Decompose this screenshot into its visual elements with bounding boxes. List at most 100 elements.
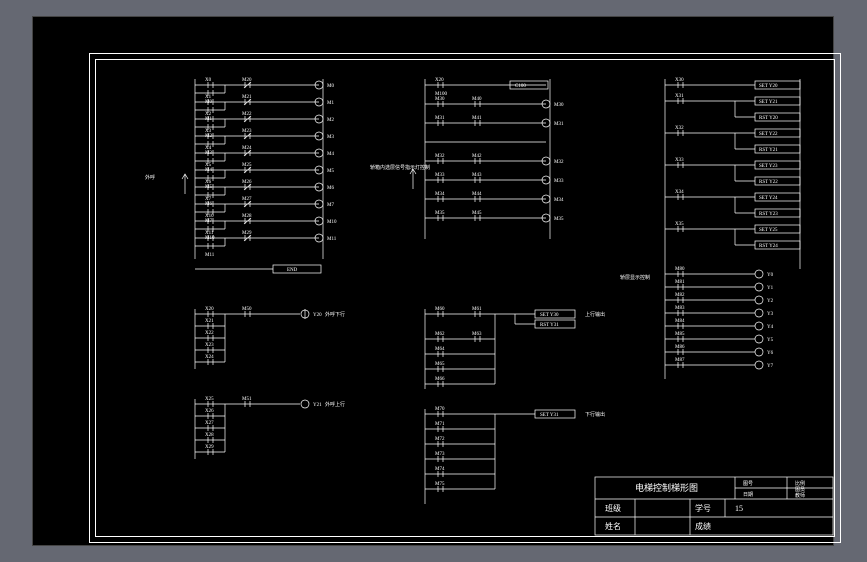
svg-text:Y21: Y21 (313, 403, 322, 408)
svg-text:RST Y22: RST Y22 (759, 180, 778, 185)
middle-lower-2: M70 SET Y31 M71 M72 M73 M74 M75 下行输出 (425, 407, 605, 504)
svg-text:M40: M40 (472, 97, 482, 102)
svg-text:X22: X22 (205, 331, 214, 336)
svg-text:M3: M3 (327, 135, 334, 140)
svg-text:M65: M65 (435, 362, 445, 367)
svg-text:M63: M63 (472, 332, 482, 337)
svg-text:Y5: Y5 (767, 338, 774, 343)
svg-text:M7: M7 (205, 219, 212, 224)
left-lower1-label: 外呼下行 (325, 311, 345, 318)
svg-text:M30: M30 (435, 97, 445, 102)
svg-text:X33: X33 (675, 158, 684, 163)
svg-text:X25: X25 (205, 397, 214, 402)
svg-text:M44: M44 (472, 192, 482, 197)
svg-text:RST Y21: RST Y21 (759, 148, 778, 153)
svg-text:M1: M1 (327, 101, 334, 106)
svg-text:M26: M26 (242, 180, 252, 185)
svg-text:Y6: Y6 (767, 351, 774, 356)
middle-lower-1: M60 M61 SET Y30 RST Y31 M62 M63 M64 M65 … (425, 307, 605, 389)
end-box: END (287, 268, 298, 273)
svg-text:M50: M50 (242, 307, 252, 312)
svg-text:教师: 教师 (795, 492, 805, 499)
svg-text:RST Y20: RST Y20 (759, 116, 778, 121)
svg-text:X10: X10 (205, 214, 214, 219)
svg-text:X23: X23 (205, 343, 214, 348)
svg-text:RST Y31: RST Y31 (540, 323, 559, 328)
svg-text:X32: X32 (675, 126, 684, 131)
svg-text:M28: M28 (242, 214, 252, 219)
svg-text:比例: 比例 (795, 480, 805, 487)
left-group-label: 外呼 (145, 174, 155, 181)
middle-block: X20C100M100M30M40M30M31M41M31M32M42M32M3… (370, 78, 564, 239)
svg-text:M81: M81 (675, 280, 685, 285)
svg-text:Y0: Y0 (767, 273, 774, 278)
svg-text:图员: 图员 (795, 487, 805, 493)
svg-text:X3: X3 (205, 129, 212, 134)
svg-text:X26: X26 (205, 409, 214, 414)
svg-text:X20: X20 (205, 307, 214, 312)
svg-text:M33: M33 (435, 173, 445, 178)
svg-text:M41: M41 (472, 116, 482, 121)
svg-text:SET Y24: SET Y24 (759, 196, 778, 201)
svg-text:M31: M31 (435, 116, 445, 121)
svg-text:X5: X5 (205, 163, 212, 168)
svg-text:M62: M62 (435, 332, 445, 337)
svg-text:M34: M34 (554, 198, 564, 203)
svg-text:X21: X21 (205, 319, 214, 324)
mid-lower1-label: 上行输出 (585, 311, 605, 318)
svg-text:M31: M31 (554, 122, 564, 127)
svg-text:X27: X27 (205, 421, 214, 426)
svg-text:M11: M11 (327, 237, 337, 242)
svg-text:M33: M33 (554, 179, 564, 184)
title-main: 电梯控制梯形图 (635, 482, 698, 493)
svg-text:X6: X6 (205, 180, 212, 185)
svg-text:M0: M0 (205, 100, 212, 105)
svg-text:M71: M71 (435, 422, 445, 427)
svg-text:SET Y22: SET Y22 (759, 132, 778, 137)
left-lower-1: X20 M50 Y20 X21 X22 X23 X24 外呼下行 (195, 307, 345, 369)
svg-text:M25: M25 (242, 163, 252, 168)
svg-text:M4: M4 (327, 152, 334, 157)
right-group-label: 轿层显示控制 (620, 274, 650, 281)
svg-text:M85: M85 (675, 332, 685, 337)
svg-text:M10: M10 (205, 236, 215, 241)
svg-text:M2: M2 (327, 118, 334, 123)
cad-canvas[interactable]: X0M20M0M0X1M21M1M1X2M22M2M2X3M23M3M3X4M2… (32, 16, 834, 546)
left-lower2-label: 外呼上行 (325, 401, 345, 408)
svg-text:学号: 学号 (695, 503, 711, 513)
svg-text:M61: M61 (472, 307, 482, 312)
svg-text:X28: X28 (205, 433, 214, 438)
svg-text:M43: M43 (472, 173, 482, 178)
svg-text:M84: M84 (675, 319, 685, 324)
svg-text:M23: M23 (242, 129, 252, 134)
svg-text:M66: M66 (435, 377, 445, 382)
svg-text:M5: M5 (327, 169, 334, 174)
svg-text:Y1: Y1 (767, 286, 774, 291)
svg-text:RST Y23: RST Y23 (759, 212, 778, 217)
svg-text:M34: M34 (435, 192, 445, 197)
svg-text:M20: M20 (242, 78, 252, 83)
svg-text:M72: M72 (435, 437, 445, 442)
svg-text:日期: 日期 (743, 492, 753, 498)
title-block: 电梯控制梯形图 图号 日期 比例 图员 教师 班级 学号 15 姓名 成绩 (595, 477, 833, 535)
svg-text:M24: M24 (242, 146, 252, 151)
svg-text:M87: M87 (675, 358, 685, 363)
svg-text:M22: M22 (242, 112, 252, 117)
svg-text:X31: X31 (675, 94, 684, 99)
svg-text:成绩: 成绩 (695, 521, 711, 531)
svg-text:Y4: Y4 (767, 325, 774, 330)
svg-text:M2: M2 (205, 134, 212, 139)
svg-text:M70: M70 (435, 407, 445, 412)
svg-text:M29: M29 (242, 231, 252, 236)
svg-text:SET Y23: SET Y23 (759, 164, 778, 169)
left-block: X0M20M0M0X1M21M1M1X2M22M2M2X3M23M3M3X4M2… (145, 78, 337, 273)
svg-text:Y20: Y20 (313, 313, 322, 318)
svg-text:M83: M83 (675, 306, 685, 311)
svg-text:X30: X30 (675, 78, 684, 83)
svg-text:X29: X29 (205, 445, 214, 450)
svg-text:X1: X1 (205, 95, 212, 100)
svg-text:Y2: Y2 (767, 299, 774, 304)
svg-text:M73: M73 (435, 452, 445, 457)
svg-text:M64: M64 (435, 347, 445, 352)
mid-group-label: 轿箱内选层信号指示灯控制 (370, 164, 430, 171)
